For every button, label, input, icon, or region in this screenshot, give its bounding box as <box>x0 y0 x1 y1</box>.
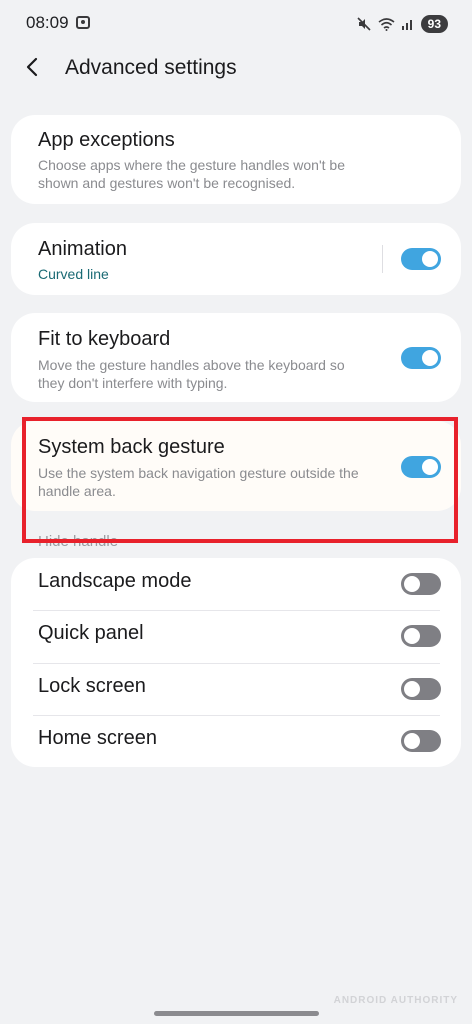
page-title: Advanced settings <box>65 56 237 79</box>
animation-item[interactable]: Animation Curved line <box>11 223 461 295</box>
quick-panel-toggle[interactable] <box>401 625 441 647</box>
signal-icon <box>401 17 415 31</box>
app-exceptions-item[interactable]: App exceptions Choose apps where the ges… <box>11 115 461 204</box>
status-icons: 93 <box>356 14 448 34</box>
status-bar: 08:09 93 <box>0 0 472 46</box>
fit-to-keyboard-toggle[interactable] <box>401 347 441 369</box>
screen-capture-icon <box>76 16 90 29</box>
app-exceptions-description: Choose apps where the gesture handles wo… <box>38 157 345 191</box>
animation-title: Animation <box>38 238 127 260</box>
system-back-gesture-item[interactable]: System back gesture Use the system back … <box>11 421 461 511</box>
animation-toggle[interactable] <box>401 248 441 270</box>
wifi-icon <box>378 17 395 31</box>
home-screen-toggle[interactable] <box>401 730 441 752</box>
landscape-mode-toggle[interactable] <box>401 573 441 595</box>
mute-icon <box>356 16 372 32</box>
battery-badge: 93 <box>420 15 448 33</box>
fit-to-keyboard-title: Fit to keyboard <box>38 328 171 350</box>
quick-panel-label: Quick panel <box>38 622 144 644</box>
lock-screen-label: Lock screen <box>38 675 146 697</box>
chevron-left-icon <box>26 57 38 77</box>
status-time: 08:09 <box>26 13 69 32</box>
app-exceptions-title: App exceptions <box>38 129 175 151</box>
system-back-gesture-toggle[interactable] <box>401 456 441 478</box>
lock-screen-toggle[interactable] <box>401 678 441 700</box>
lock-screen-item[interactable]: Lock screen <box>11 663 461 715</box>
fit-to-keyboard-description: Move the gesture handles above the keybo… <box>38 357 345 391</box>
home-indicator[interactable] <box>154 1011 319 1016</box>
landscape-mode-item[interactable]: Landscape mode <box>11 558 461 610</box>
divider <box>382 245 383 273</box>
quick-panel-item[interactable]: Quick panel <box>11 610 461 662</box>
system-back-gesture-title: System back gesture <box>38 436 225 458</box>
watermark: ANDROID AUTHORITY <box>333 995 458 1006</box>
hide-handle-card: Landscape mode Quick panel Lock screen H… <box>11 558 461 767</box>
landscape-mode-label: Landscape mode <box>38 570 192 592</box>
back-button[interactable] <box>18 52 48 82</box>
system-back-gesture-description: Use the system back navigation gesture o… <box>38 465 359 499</box>
fit-to-keyboard-item[interactable]: Fit to keyboard Move the gesture handles… <box>11 313 461 402</box>
home-screen-item[interactable]: Home screen <box>11 715 461 767</box>
hide-handle-header: Hide handle <box>38 533 119 550</box>
home-screen-label: Home screen <box>38 727 157 749</box>
animation-subtitle: Curved line <box>38 266 109 282</box>
